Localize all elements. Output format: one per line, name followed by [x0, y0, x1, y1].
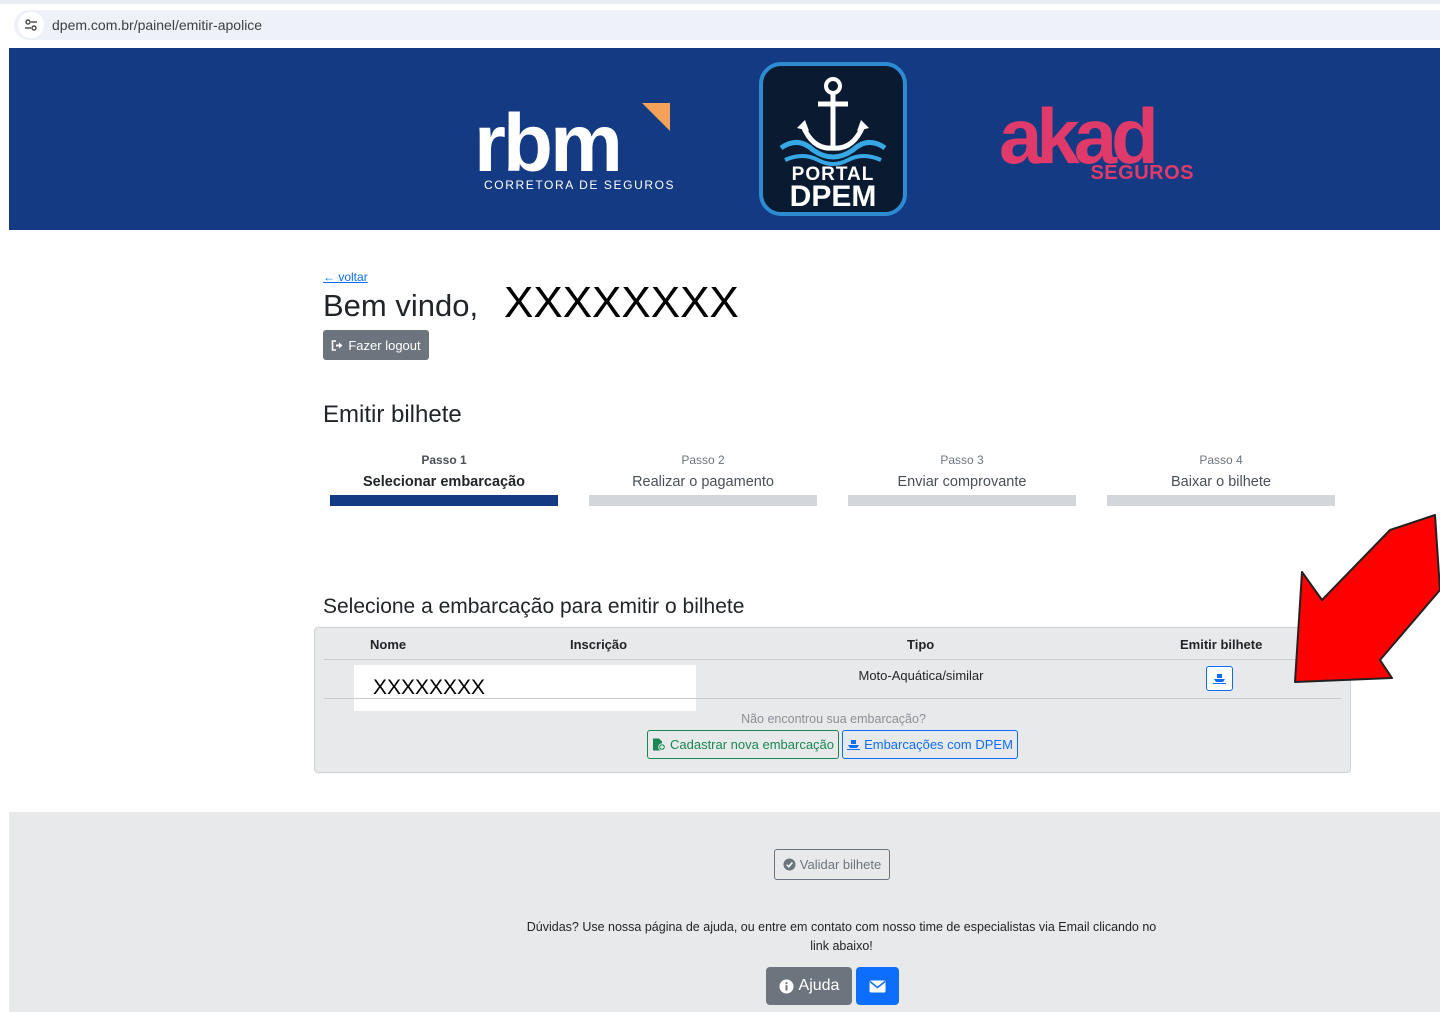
- step-number: Passo 2: [681, 453, 725, 467]
- step-label: Selecionar embarcação: [362, 474, 525, 490]
- rbm-logo-word: rbm: [474, 98, 623, 189]
- step-number: Passo 3: [940, 453, 984, 467]
- logout-button-label: Fazer logout: [348, 337, 421, 353]
- step-label: Realizar o pagamento: [632, 474, 774, 490]
- vessel-type: Moto-Aquática/similar: [858, 668, 984, 683]
- anchor-icon: [779, 77, 887, 166]
- stepper: Passo 1 Selecionar embarcação Passo 2 Re…: [330, 452, 1335, 506]
- step-2: Passo 2 Realizar o pagamento: [589, 452, 817, 506]
- rbm-logo-accent: [642, 103, 670, 131]
- add-document-icon: [652, 738, 666, 751]
- dpem-vessels-label: Embarcações com DPEM: [864, 737, 1013, 752]
- portal-dpem-line2: DPEM: [789, 180, 877, 213]
- page-title: Emitir bilhete: [323, 401, 462, 428]
- sign-out-icon: [332, 339, 343, 351]
- ship-icon: [1213, 674, 1226, 684]
- column-header-inscricao: Inscrição: [570, 637, 628, 652]
- check-circle-icon: [783, 858, 796, 871]
- logout-button[interactable]: Fazer logout: [323, 330, 429, 360]
- url-field[interactable]: dpem.com.br/painel/emitir-apolice: [14, 10, 1440, 40]
- url-text: dpem.com.br/painel/emitir-apolice: [52, 17, 263, 33]
- help-text: Dúvidas? Use nossa página de ajuda, ou e…: [526, 920, 1157, 953]
- table-row-divider: [324, 698, 1341, 699]
- browser-top-edge: [0, 0, 1440, 4]
- rbm-logo: rbm CORRETORA DE SEGUROS: [474, 103, 684, 198]
- vessel-table: Nome Inscrição Tipo Emitir bilhete XXXXX…: [314, 627, 1351, 773]
- step-number: Passo 1: [421, 453, 467, 467]
- step-label: Baixar o bilhete: [1171, 474, 1271, 490]
- ship-icon: [847, 740, 861, 750]
- help-button[interactable]: Ajuda: [766, 967, 852, 1005]
- register-vessel-label: Cadastrar nova embarcação: [669, 737, 835, 752]
- table-header-divider: [324, 659, 1341, 660]
- validate-ticket-button[interactable]: Validar bilhete: [774, 849, 890, 880]
- browser-address-bar: dpem.com.br/painel/emitir-apolice: [0, 0, 1440, 48]
- step-1: Passo 1 Selecionar embarcação: [330, 452, 558, 506]
- vessel-name: XXXXXXXX: [373, 676, 486, 699]
- step-number: Passo 4: [1199, 453, 1243, 467]
- arrow-left-icon: ←: [323, 270, 335, 284]
- step-3: Passo 3 Enviar comprovante: [848, 452, 1076, 506]
- step-4: Passo 4 Baixar o bilhete: [1107, 452, 1335, 506]
- register-vessel-button[interactable]: Cadastrar nova embarcação: [647, 730, 839, 759]
- emit-ticket-button[interactable]: [1206, 666, 1233, 691]
- akad-logo: akad SEGUROS: [999, 96, 1204, 191]
- validate-ticket-label: Validar bilhete: [799, 857, 882, 872]
- akad-logo-subtitle: SEGUROS: [1090, 162, 1194, 184]
- welcome-heading: Bem vindo,: [323, 288, 479, 323]
- tune-icon[interactable]: [18, 12, 44, 38]
- red-arrow-annotation: [1294, 514, 1440, 683]
- envelope-icon: [869, 980, 886, 992]
- step-progress-bar: [1107, 495, 1335, 506]
- footer: Validar bilhete Dúvidas? Use nossa págin…: [9, 812, 1440, 1012]
- vessel-section-title: Selecione a embarcação para emitir o bil…: [323, 595, 745, 618]
- step-label: Enviar comprovante: [897, 474, 1027, 490]
- column-header-nome: Nome: [370, 637, 407, 652]
- back-link-label: voltar: [338, 270, 368, 284]
- step-progress-bar: [848, 495, 1076, 506]
- column-header-emitir: Emitir bilhete: [1180, 637, 1263, 652]
- header-banner: rbm CORRETORA DE SEGUROS PORTAL DPEM aka…: [9, 48, 1440, 230]
- step-progress-bar: [589, 495, 817, 506]
- column-header-tipo: Tipo: [907, 637, 935, 652]
- back-link[interactable]: ← voltar: [323, 270, 368, 284]
- dpem-vessels-button[interactable]: Embarcações com DPEM: [842, 730, 1018, 759]
- help-button-label: Ajuda: [798, 977, 840, 994]
- rbm-logo-subtitle: CORRETORA DE SEGUROS: [484, 178, 676, 192]
- step-progress-bar: [330, 495, 558, 506]
- not-found-text: Não encontrou sua embarcação?: [741, 712, 926, 726]
- email-contact-button[interactable]: [856, 967, 899, 1005]
- user-name: XXXXXXXX: [504, 278, 739, 327]
- portal-dpem-logo: PORTAL DPEM: [759, 62, 907, 216]
- info-circle-icon: [779, 979, 794, 993]
